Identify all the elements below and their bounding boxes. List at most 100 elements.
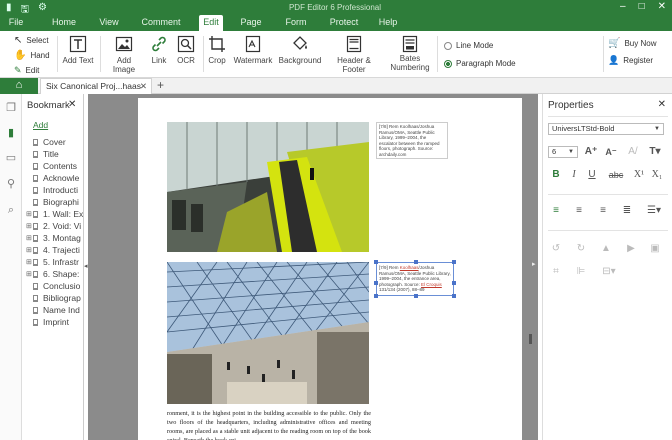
ocr-button[interactable]: OCR <box>175 35 197 65</box>
watermark-button[interactable]: Watermark <box>233 35 273 65</box>
escalator-photo[interactable] <box>167 122 369 252</box>
resize-handle[interactable] <box>452 260 456 264</box>
comment-icon[interactable]: ▭ <box>5 152 17 164</box>
menu-home[interactable]: Home <box>50 15 78 31</box>
underline-icon[interactable]: U <box>584 168 600 182</box>
italic-icon[interactable]: I <box>566 168 582 182</box>
bookmark-item[interactable]: Contents <box>26 160 77 172</box>
expand-icon[interactable]: ⊞ <box>26 270 33 278</box>
menu-view[interactable]: View <box>96 15 122 31</box>
text-style-icon[interactable]: T▾ <box>647 145 663 159</box>
resize-handle[interactable] <box>374 260 378 264</box>
home-tab[interactable]: ⌂ <box>0 78 38 94</box>
bookmark-item[interactable]: Biographi <box>26 196 79 208</box>
selected-caption-textbox[interactable]: [7/9] Rem Koolhaas/Joshua Ramus/OMA, Sea… <box>374 260 456 298</box>
arrange-icon[interactable]: ⊟▾ <box>598 265 620 279</box>
menu-comment[interactable]: Comment <box>139 15 183 31</box>
background-button[interactable]: Background <box>278 35 322 65</box>
bookmark-item[interactable]: ⊞ 6. Shape: <box>26 268 79 280</box>
align-left-icon[interactable]: ≡ <box>548 204 564 218</box>
bookmark-item[interactable]: ⊞ 1. Wall: Ex <box>26 208 83 220</box>
attachment-icon[interactable]: ⚲ <box>5 178 17 190</box>
document-tab[interactable]: Six Canonical Proj...haas ✕ <box>40 78 152 94</box>
line-spacing-icon[interactable]: ☰▾ <box>643 204 665 218</box>
text-color-icon[interactable]: A/ <box>625 145 641 159</box>
bookmark-item[interactable]: Introducti <box>26 184 78 196</box>
align-objects-icon[interactable]: ⊫ <box>573 265 589 279</box>
font-size-select[interactable]: 6 ▼ <box>548 146 578 158</box>
menu-file[interactable]: File <box>6 15 26 31</box>
replace-image-icon[interactable]: ▣ <box>647 242 663 256</box>
resize-handle[interactable] <box>452 281 456 285</box>
pages-icon[interactable]: ❐ <box>5 102 17 114</box>
subscript-icon[interactable]: X₁ <box>649 168 665 182</box>
resize-handle[interactable] <box>374 293 378 298</box>
bookmark-item[interactable]: Conclusio <box>26 280 80 292</box>
atrium-photo[interactable] <box>167 262 369 404</box>
bookmark-item[interactable]: ⊞ 4. Trajecti <box>26 244 80 256</box>
font-family-select[interactable]: UniversLTStd-Bold ▼ <box>548 123 664 135</box>
search-icon[interactable]: ⌕ <box>5 204 17 216</box>
body-text-paragraph[interactable]: ronment, it is the highest point in the … <box>167 409 371 440</box>
image-caption[interactable]: [7/8] Rem Koolhaas/Joshua Ramus/OMA, Sea… <box>376 122 448 159</box>
rotate-left-icon[interactable]: ↺ <box>548 242 564 256</box>
close-properties-button[interactable]: ✕ <box>658 99 666 110</box>
bold-icon[interactable]: B <box>548 168 564 182</box>
menu-page[interactable]: Page <box>238 15 264 31</box>
vertical-scrollbar-thumb[interactable] <box>529 334 532 344</box>
buy-now-button[interactable]: 🛒 Buy Now <box>608 38 656 49</box>
add-bookmark-link[interactable]: Add <box>33 120 48 130</box>
bookmark-item[interactable]: ⊞ 2. Void: Vi <box>26 220 81 232</box>
expand-right-icon[interactable]: ▸ <box>532 260 536 268</box>
crop-image-icon[interactable]: ⌗ <box>548 265 564 279</box>
select-tool[interactable]: ↖ Select <box>14 35 49 46</box>
close-tab-button[interactable]: ✕ <box>140 79 147 94</box>
minimize-button[interactable]: – <box>620 1 626 12</box>
line-mode-radio[interactable]: Line Mode <box>444 41 493 50</box>
flip-horizontal-icon[interactable]: ▶ <box>623 242 639 256</box>
bookmark-item[interactable]: Name Ind <box>26 304 80 316</box>
rotate-right-icon[interactable]: ↻ <box>573 242 589 256</box>
increase-font-icon[interactable]: A⁺ <box>583 145 599 159</box>
bookmark-item[interactable]: Acknowle <box>26 172 79 184</box>
maximize-button[interactable]: □ <box>639 1 645 12</box>
close-window-button[interactable]: ✕ <box>658 1 666 12</box>
edit-tool[interactable]: ✎ Edit <box>14 65 39 76</box>
link-button[interactable]: Link <box>149 35 169 65</box>
header-footer-button[interactable]: Header & Footer <box>326 35 382 74</box>
align-justify-icon[interactable]: ≣ <box>619 204 635 218</box>
register-button[interactable]: 👤 Register <box>608 55 653 66</box>
strikethrough-icon[interactable]: abc <box>604 168 628 182</box>
add-text-button[interactable]: Add Text <box>62 35 94 65</box>
crop-button[interactable]: Crop <box>207 35 227 65</box>
align-center-icon[interactable]: ≡ <box>571 204 587 218</box>
expand-icon[interactable]: ⊞ <box>26 222 33 230</box>
paragraph-mode-radio[interactable]: Paragraph Mode <box>444 59 516 68</box>
hand-tool[interactable]: ✋ Hand <box>14 50 50 61</box>
expand-icon[interactable]: ⊞ <box>26 234 33 242</box>
resize-handle[interactable] <box>374 281 378 285</box>
bookmark-item[interactable]: Bibliograp <box>26 292 81 304</box>
menu-help[interactable]: Help <box>376 15 400 31</box>
expand-icon[interactable]: ⊞ <box>26 258 33 266</box>
add-image-button[interactable]: Add Image <box>106 35 142 74</box>
new-tab-button[interactable]: + <box>157 78 164 93</box>
align-right-icon[interactable]: ≡ <box>595 204 611 218</box>
menu-protect[interactable]: Protect <box>326 15 362 31</box>
bookmark-item[interactable]: Imprint <box>26 316 69 328</box>
bookmark-item[interactable]: Title <box>26 148 59 160</box>
menu-edit[interactable]: Edit <box>199 15 223 31</box>
bookmark-item[interactable]: ⊞ 3. Montag <box>26 232 81 244</box>
expand-icon[interactable]: ⊞ <box>26 210 33 218</box>
close-bookmark-panel-button[interactable]: ✕ <box>68 99 76 110</box>
collapse-left-icon[interactable]: ◂ <box>84 262 88 270</box>
bookmark-icon[interactable]: ▮ <box>5 127 17 139</box>
bates-numbering-button[interactable]: Bates Numbering <box>388 35 432 72</box>
superscript-icon[interactable]: X¹ <box>631 168 647 182</box>
resize-handle[interactable] <box>452 293 456 298</box>
bookmark-item[interactable]: ⊞ 5. Infrastr <box>26 256 79 268</box>
resize-handle[interactable] <box>414 260 418 264</box>
resize-handle[interactable] <box>414 293 418 298</box>
decrease-font-icon[interactable]: A⁻ <box>603 145 619 159</box>
expand-icon[interactable]: ⊞ <box>26 246 33 254</box>
